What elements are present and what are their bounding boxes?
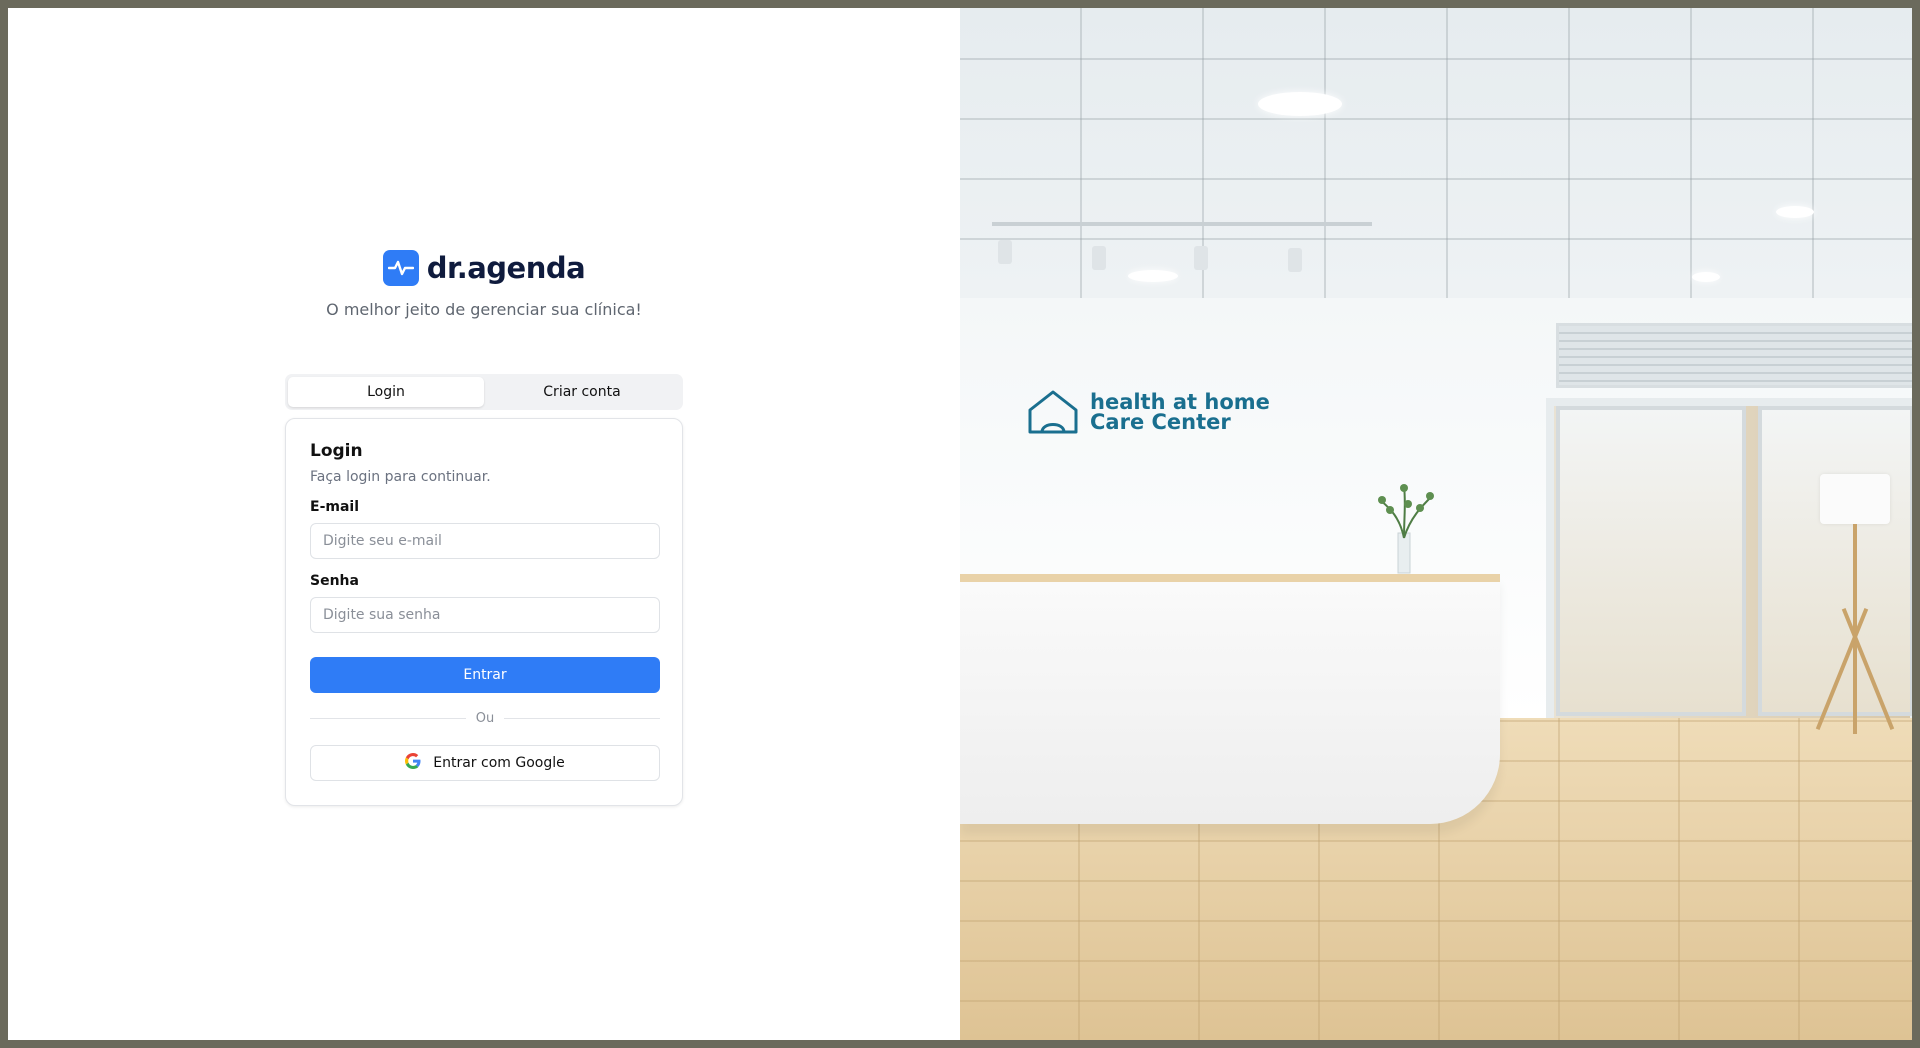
divider-line-right: [504, 718, 661, 719]
tab-create-account[interactable]: Criar conta: [484, 377, 680, 407]
page-frame: dr.agenda O melhor jeito de gerenciar su…: [8, 8, 1912, 1040]
spot-light: [1194, 246, 1208, 270]
email-field[interactable]: [310, 523, 660, 559]
door-transom: [1556, 323, 1912, 388]
sign-line-1: health at home: [1090, 390, 1270, 414]
house-logo-icon: [1028, 390, 1078, 434]
password-label: Senha: [310, 573, 359, 589]
login-submit-button[interactable]: Entrar: [310, 657, 660, 693]
sign-line-2: Care Center: [1090, 410, 1231, 434]
ceiling-light: [1692, 272, 1720, 282]
card-title: Login: [310, 441, 363, 461]
brand-header: dr.agenda: [8, 250, 960, 286]
spot-light: [998, 240, 1012, 264]
glass-door: [1758, 406, 1912, 716]
brand-tagline: O melhor jeito de gerenciar sua clínica!: [326, 300, 642, 319]
ceiling-light: [1128, 270, 1178, 282]
divider-label: Ou: [475, 711, 495, 726]
spot-light: [1288, 248, 1302, 272]
google-login-button[interactable]: Entrar com Google: [310, 745, 660, 781]
reception-desk: [960, 574, 1500, 824]
login-panel: dr.agenda O melhor jeito de gerenciar su…: [8, 8, 960, 1040]
ceiling-light: [1776, 206, 1814, 218]
spot-light: [1092, 246, 1106, 270]
or-divider: Ou: [310, 711, 661, 726]
card-subtitle: Faça login para continuar.: [310, 469, 491, 485]
glass-door: [1556, 406, 1746, 716]
plant-icon: [1378, 484, 1434, 574]
pulse-icon: [382, 250, 419, 286]
tab-login[interactable]: Login: [288, 377, 484, 407]
clinic-sign: health at home Care Center: [1026, 388, 1270, 436]
password-field[interactable]: [310, 597, 660, 633]
google-button-label: Entrar com Google: [433, 755, 565, 771]
track-light: [992, 222, 1372, 226]
divider-line-left: [310, 718, 466, 719]
login-card: Login Faça login para continuar. E-mail …: [285, 418, 683, 806]
brand-name: dr.agenda: [426, 251, 586, 285]
hero-image: health at home Care Center: [960, 8, 1912, 1040]
auth-tabs: Login Criar conta: [285, 374, 683, 410]
email-label: E-mail: [310, 499, 360, 515]
floor-lamp: [1820, 474, 1890, 524]
ceiling-light: [1258, 92, 1342, 116]
google-icon: [405, 753, 421, 773]
